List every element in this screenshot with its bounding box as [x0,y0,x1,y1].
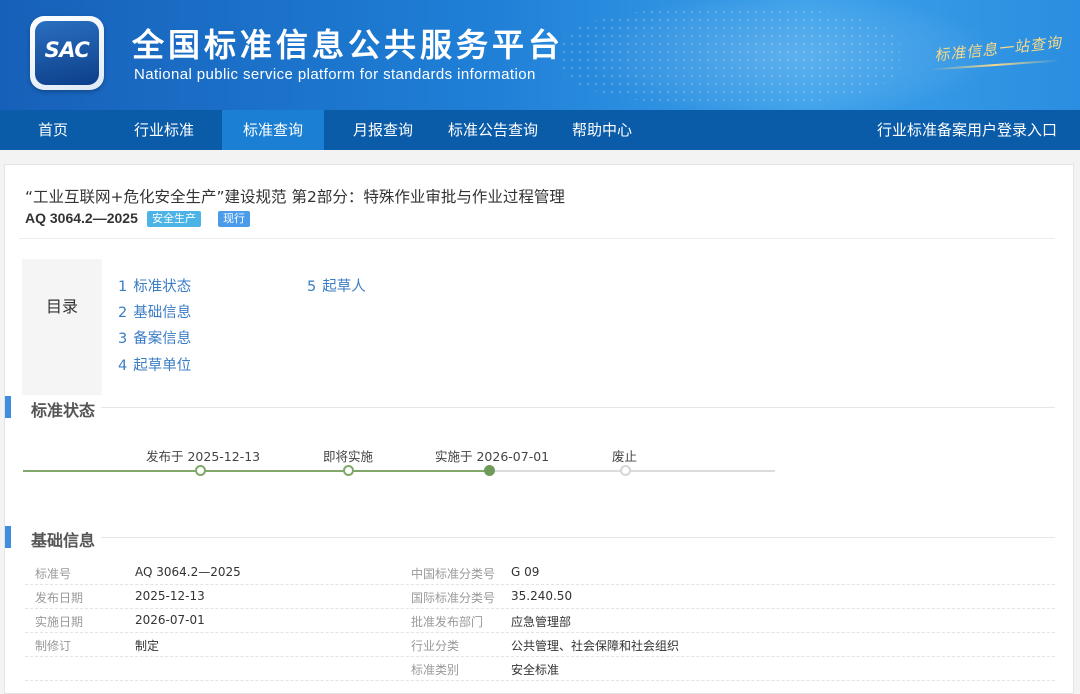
standard-code: AQ 3064.2—2025 [25,210,138,226]
timeline-dot-abolished [620,465,631,476]
nav-home[interactable]: 首页 [0,110,106,150]
section-accent-bar [5,526,11,548]
section-accent-bar [5,396,11,418]
toc-item-basic-info[interactable]: 2 基础信息 [118,301,191,322]
info-value: 安全标准 [511,663,560,677]
timeline-remaining-line [490,470,775,472]
status-badge: 现行 [218,211,250,227]
header-banner: SAC 全国标准信息公共服务平台 National public service… [0,0,1080,110]
nav-standard-search[interactable]: 标准查询 [222,110,324,150]
timeline-label-effective: 实施于 2026-07-01 [435,449,550,464]
info-key: 制修订 [35,639,72,653]
info-row: 标准号 AQ 3064.2—2025 中国标准分类号 G 09 [25,561,1055,585]
toc-item-label: 备案信息 [133,331,192,347]
nav-industry-standards[interactable]: 行业标准 [106,110,222,150]
site-title: 全国标准信息公共服务平台 [132,26,565,64]
info-value: AQ 3064.2—2025 [135,565,241,579]
nav-announcement-search[interactable]: 标准公告查询 [442,110,544,150]
toc-num: 5 [307,279,317,295]
info-value: 35.240.50 [511,589,573,603]
timeline-label-published: 发布于 2025-12-13 [146,449,261,464]
section-title: 基础信息 [31,531,96,550]
toc-num: 3 [118,331,128,347]
info-value: 2026-07-01 [135,613,205,627]
toc-label: 目录 [45,297,78,316]
timeline-label-abolished: 废止 [612,449,638,464]
toc-item-label: 基础信息 [133,305,192,321]
info-key: 批准发布部门 [411,615,484,629]
section-status-header: 标准状态 [5,396,1055,420]
nav-help-center[interactable]: 帮助中心 [560,110,644,150]
timeline-label-upcoming: 即将实施 [323,449,374,464]
standard-detail-card: “工业互联网+危化安全生产”建设规范 第2部分：特殊作业审批与作业过程管理 AQ… [4,164,1074,694]
timeline-dot-effective [484,465,495,476]
info-key: 实施日期 [35,615,84,629]
main-nav: 首页 行业标准 标准查询 月报查询 标准公告查询 帮助中心 行业标准备案用户登录… [0,110,1080,150]
info-row: 标准类别 安全标准 [25,657,1055,681]
toc-num: 4 [118,358,128,374]
toc-item-filing-info[interactable]: 3 备案信息 [118,327,191,348]
toc-num: 1 [118,279,128,295]
timeline-dot-upcoming [343,465,354,476]
nav-login-entry[interactable]: 行业标准备案用户登录入口 [864,110,1070,150]
info-key: 行业分类 [411,639,460,653]
info-row: 发布日期 2025-12-13 国际标准分类号 35.240.50 [25,585,1055,609]
info-key: 标准类别 [411,663,460,677]
info-key: 中国标准分类号 [411,567,496,581]
site-subtitle: National public service platform for sta… [134,66,536,83]
toc-item-label: 标准状态 [133,279,192,295]
toc-item-label: 起草人 [322,279,366,295]
logo-text: SAC [44,38,90,62]
info-value: 公共管理、社会保障和社会组织 [511,639,680,653]
standard-title: “工业互联网+危化安全生产”建设规范 第2部分：特殊作业审批与作业过程管理 [25,188,565,206]
title-divider [19,238,1055,239]
section-divider [101,407,1055,408]
info-value: 2025-12-13 [135,589,205,603]
info-value: 应急管理部 [511,615,572,629]
sac-logo[interactable]: SAC [30,16,104,90]
section-divider [101,537,1055,538]
info-row: 实施日期 2026-07-01 批准发布部门 应急管理部 [25,609,1055,633]
toc-panel: 目录 [22,259,102,395]
section-basic-info-header: 基础信息 [5,526,1055,550]
info-value: 制定 [135,639,160,653]
toc-item-drafting-units[interactable]: 4 起草单位 [118,354,191,375]
section-title: 标准状态 [31,401,96,420]
toc-item-status[interactable]: 1 标准状态 [118,275,191,296]
toc-item-drafters[interactable]: 5 起草人 [307,275,366,296]
category-badge: 安全生产 [147,211,201,227]
nav-monthly-report[interactable]: 月报查询 [324,110,442,150]
info-key: 标准号 [35,567,72,581]
toc-num: 2 [118,305,128,321]
info-key: 发布日期 [35,591,84,605]
timeline-progress-line [23,470,490,472]
info-key: 国际标准分类号 [411,591,496,605]
world-map-dots [560,8,900,104]
info-row: 制修订 制定 行业分类 公共管理、社会保障和社会组织 [25,633,1055,657]
toc-item-label: 起草单位 [133,358,192,374]
timeline-dot-published [195,465,206,476]
info-value: G 09 [511,565,540,579]
